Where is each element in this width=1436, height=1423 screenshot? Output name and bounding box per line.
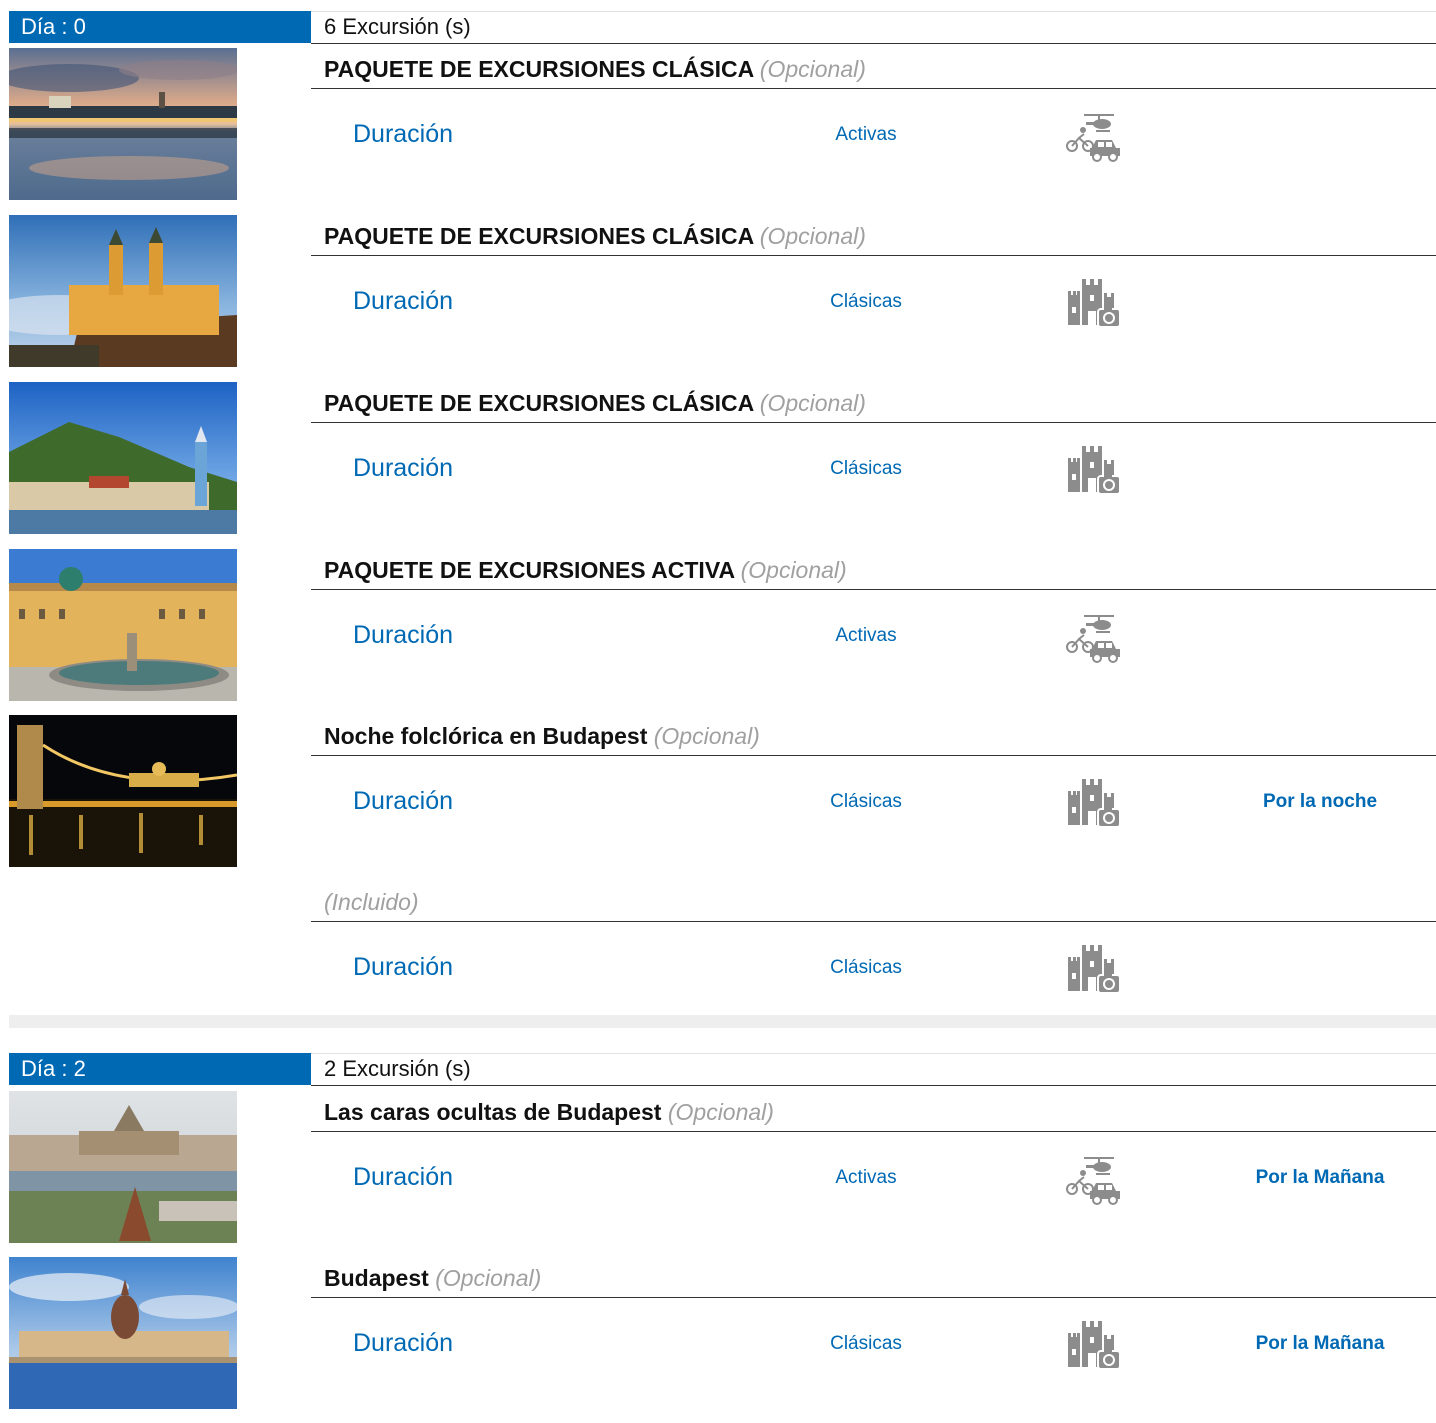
excursion-title[interactable]: Budapest (Opcional) [324, 1265, 541, 1292]
castle-camera-icon [1062, 442, 1122, 498]
excursion-image-chain-bridge[interactable] [9, 715, 237, 867]
castle-camera-icon [1062, 1317, 1122, 1373]
excursion-count: 6 Excursión (s) [324, 14, 471, 39]
excursion-tag: (Opcional) [759, 223, 866, 249]
duration-label: Duración [353, 621, 454, 649]
excursion-title[interactable]: (Incluido) [324, 889, 419, 916]
divider [311, 755, 1436, 756]
excursion-type: Clásicas [830, 458, 902, 479]
excursion-image-abbey-courtyard[interactable] [9, 549, 237, 701]
excursion-tag: (Opcional) [740, 557, 847, 583]
activity-icon [1062, 609, 1122, 665]
excursion-title[interactable]: PAQUETE DE EXCURSIONES ACTIVA (Opcional) [324, 557, 847, 584]
excursion-type: Activas [835, 625, 897, 646]
excursion-title-text[interactable]: PAQUETE DE EXCURSIONES CLÁSICA [324, 56, 753, 82]
divider [311, 1297, 1436, 1298]
excursion-item[interactable]: PAQUETE DE EXCURSIONES CLÁSICA (Opcional… [0, 215, 1436, 381]
excursion-item[interactable]: Las caras ocultas de Budapest (Opcional)… [0, 1091, 1436, 1257]
excursion-image-budapest-panorama[interactable] [9, 1091, 237, 1243]
excursion-title-text[interactable]: Las caras ocultas de Budapest [324, 1099, 661, 1125]
divider [311, 43, 1436, 44]
excursion-tag: (Opcional) [667, 1099, 774, 1125]
photo-abbey-courtyard [9, 549, 237, 701]
excursion-image-melk-abbey[interactable] [9, 215, 237, 367]
photo-chain-bridge-night [9, 715, 237, 867]
excursion-type: Activas [835, 124, 897, 145]
divider [311, 1085, 1436, 1086]
divider [311, 1131, 1436, 1132]
excursion-image-budapest-parliament[interactable] [9, 1257, 237, 1409]
duration-label: Duración [353, 120, 454, 148]
photo-budapest-panorama [9, 1091, 237, 1243]
excursion-type: Clásicas [830, 1333, 902, 1354]
duration-label: Duración [353, 787, 454, 815]
excursion-tag: (Opcional) [759, 390, 866, 416]
divider [311, 11, 1436, 12]
divider [311, 1053, 1436, 1054]
excursion-image-durnstein[interactable] [9, 382, 237, 534]
excursion-title[interactable]: Las caras ocultas de Budapest (Opcional) [324, 1099, 774, 1126]
excursion-item[interactable]: Noche folclórica en Budapest (Opcional) … [0, 715, 1436, 881]
day-separator [9, 1015, 1436, 1028]
excursion-tag: (Opcional) [653, 723, 760, 749]
excursion-type: Clásicas [830, 791, 902, 812]
excursion-item[interactable]: PAQUETE DE EXCURSIONES CLÁSICA (Opcional… [0, 48, 1436, 214]
excursion-title-text[interactable]: Budapest [324, 1265, 429, 1291]
excursion-title-text[interactable]: PAQUETE DE EXCURSIONES ACTIVA [324, 557, 734, 583]
photo-bratislava [9, 48, 237, 200]
excursion-title[interactable]: Noche folclórica en Budapest (Opcional) [324, 723, 760, 750]
divider [311, 422, 1436, 423]
excursion-time: Por la noche [1262, 791, 1378, 812]
photo-budapest-parliament [9, 1257, 237, 1409]
divider [311, 255, 1436, 256]
day-badge: Día : 2 [9, 1053, 311, 1085]
activity-icon [1062, 1151, 1122, 1207]
excursion-item[interactable]: PAQUETE DE EXCURSIONES ACTIVA (Opcional)… [0, 549, 1436, 715]
excursion-tag: (Opcional) [759, 56, 866, 82]
castle-camera-icon [1062, 775, 1122, 831]
excursion-time: Por la Mañana [1255, 1333, 1385, 1354]
excursion-tag: (Opcional) [435, 1265, 542, 1291]
excursion-title-text[interactable]: PAQUETE DE EXCURSIONES CLÁSICA [324, 223, 753, 249]
castle-camera-icon [1062, 941, 1122, 997]
excursion-title[interactable]: PAQUETE DE EXCURSIONES CLÁSICA (Opcional… [324, 56, 866, 83]
excursion-title[interactable]: PAQUETE DE EXCURSIONES CLÁSICA (Opcional… [324, 223, 866, 250]
duration-label: Duración [353, 1329, 454, 1357]
divider [311, 921, 1436, 922]
excursion-type: Activas [835, 1167, 897, 1188]
excursion-time: Por la Mañana [1255, 1167, 1385, 1188]
excursion-image-bratislava[interactable] [9, 48, 237, 200]
excursion-count: 2 Excursión (s) [324, 1056, 471, 1081]
photo-durnstein [9, 382, 237, 534]
duration-label: Duración [353, 287, 454, 315]
duration-label: Duración [353, 454, 454, 482]
excursion-tag: (Incluido) [324, 889, 419, 915]
excursion-item[interactable]: PAQUETE DE EXCURSIONES CLÁSICA (Opcional… [0, 382, 1436, 548]
excursion-item[interactable]: Budapest (Opcional) Duración Clásicas Po… [0, 1257, 1436, 1423]
duration-label: Duración [353, 953, 454, 981]
excursion-title-text[interactable]: Noche folclórica en Budapest [324, 723, 647, 749]
excursion-title-text[interactable]: PAQUETE DE EXCURSIONES CLÁSICA [324, 390, 753, 416]
excursion-title[interactable]: PAQUETE DE EXCURSIONES CLÁSICA (Opcional… [324, 390, 866, 417]
duration-label: Duración [353, 1163, 454, 1191]
divider [311, 88, 1436, 89]
castle-camera-icon [1062, 275, 1122, 331]
divider [311, 589, 1436, 590]
excursion-type: Clásicas [830, 957, 902, 978]
photo-melk-abbey [9, 215, 237, 367]
excursion-type: Clásicas [830, 291, 902, 312]
day-badge: Día : 0 [9, 11, 311, 43]
activity-icon [1062, 108, 1122, 164]
